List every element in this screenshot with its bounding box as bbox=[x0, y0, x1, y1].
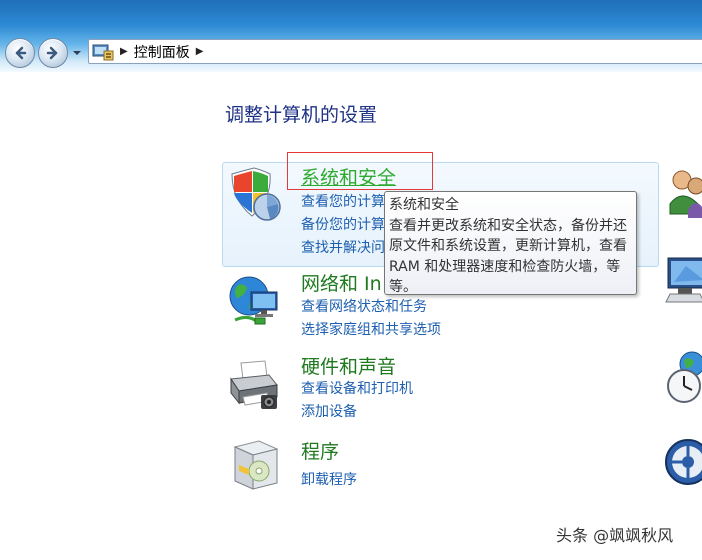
address-bar[interactable]: ▶ 控制面板 ▶ bbox=[88, 39, 702, 64]
breadcrumb-control-panel[interactable]: 控制面板 bbox=[134, 42, 190, 62]
history-dropdown-icon[interactable] bbox=[72, 48, 82, 58]
programs-box-icon bbox=[233, 440, 279, 490]
category-title-network[interactable]: 网络和 In bbox=[301, 269, 382, 296]
tooltip-body: 查看并更改系统和安全状态，备份并还原文件和系统设置，更新计算机，查看 RAM 和… bbox=[389, 217, 627, 296]
link-find-fix-problems[interactable]: 查找并解决问 bbox=[301, 237, 385, 257]
category-title-system-security[interactable]: 系统和安全 bbox=[301, 163, 396, 190]
ease-of-access-icon bbox=[665, 439, 702, 485]
printer-icon bbox=[230, 360, 278, 409]
control-panel-icon bbox=[92, 44, 114, 60]
link-backup-computer[interactable]: 备份您的计算 bbox=[301, 214, 385, 234]
category-title-programs[interactable]: 程序 bbox=[301, 437, 339, 464]
forward-arrow-icon bbox=[46, 46, 58, 60]
back-arrow-icon bbox=[15, 46, 27, 60]
category-tooltip: 系统和安全 查看并更改系统和安全状态，备份并还原文件和系统设置，更新计算机，查看… bbox=[384, 191, 637, 295]
forward-button[interactable] bbox=[38, 38, 68, 68]
users-icon bbox=[669, 170, 702, 218]
category-title-hardware-sound[interactable]: 硬件和声音 bbox=[301, 352, 396, 379]
link-view-computer-status[interactable]: 查看您的计算 bbox=[301, 191, 385, 211]
page-title: 调整计算机的设置 bbox=[225, 104, 378, 126]
watermark-text: 头条 @飒飒秋风 bbox=[556, 526, 674, 545]
link-homegroup-sharing[interactable]: 选择家庭组和共享选项 bbox=[301, 319, 441, 339]
link-view-network-status[interactable]: 查看网络状态和任务 bbox=[301, 296, 427, 316]
clock-globe-icon bbox=[667, 351, 702, 403]
breadcrumb-separator-icon[interactable]: ▶ bbox=[120, 46, 128, 57]
link-view-devices-printers[interactable]: 查看设备和打印机 bbox=[301, 378, 413, 398]
tooltip-title: 系统和安全 bbox=[389, 197, 459, 213]
breadcrumb-expand-icon[interactable]: ▶ bbox=[196, 46, 204, 57]
globe-network-icon bbox=[229, 276, 278, 325]
shield-icon bbox=[231, 167, 281, 221]
link-uninstall-program[interactable]: 卸载程序 bbox=[301, 469, 357, 489]
monitor-icon bbox=[665, 257, 702, 303]
back-button[interactable] bbox=[5, 38, 35, 68]
link-add-device[interactable]: 添加设备 bbox=[301, 401, 357, 421]
